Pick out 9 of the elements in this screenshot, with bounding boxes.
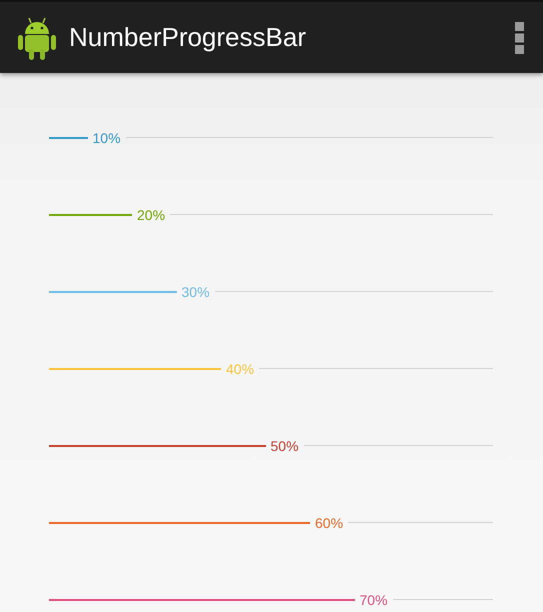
app-title: NumberProgressBar	[69, 22, 307, 53]
progress-label: 60%	[314, 514, 344, 530]
progress-label: 10%	[92, 130, 122, 146]
progress-label: 30%	[180, 284, 211, 300]
progress-label: 20%	[136, 206, 166, 222]
progress-label: 40%	[225, 360, 256, 376]
progress-label: 70%	[358, 592, 389, 608]
progress-label: 50%	[270, 438, 300, 454]
menu-icon[interactable]	[515, 22, 525, 54]
